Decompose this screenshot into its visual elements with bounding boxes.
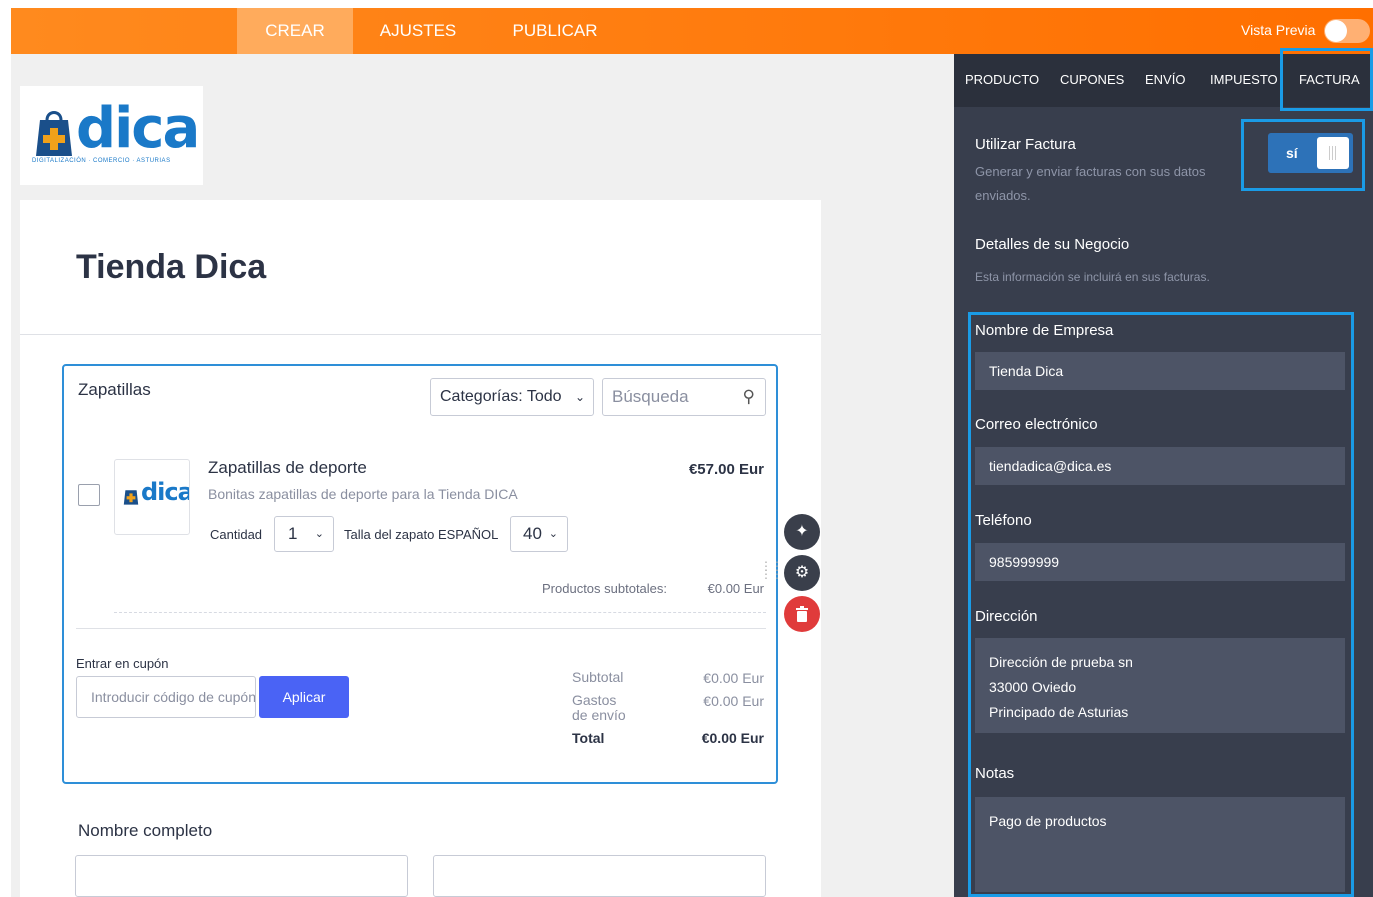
- fullname-label: Nombre completo: [78, 821, 213, 840]
- shipping-value: €0.00 Eur: [703, 693, 764, 709]
- last-name-input[interactable]: [433, 855, 766, 897]
- product-description: Bonitas zapatillas de deporte para la Ti…: [208, 486, 518, 502]
- coupon-input[interactable]: Introducir código de cupón: [76, 676, 256, 718]
- chevron-down-icon: ⌄: [314, 528, 324, 540]
- product-search-input[interactable]: Búsqueda ⚲: [602, 378, 766, 416]
- search-placeholder: Búsqueda: [612, 387, 689, 406]
- product-widget-label: Zapatillas: [78, 380, 151, 399]
- quantity-value: 1: [288, 524, 298, 543]
- size-label: Talla del zapato ESPAÑOL: [344, 527, 499, 542]
- tab-impuesto[interactable]: IMPUESTO: [1210, 54, 1278, 107]
- highlight-frame: [1280, 48, 1373, 111]
- shipping-label: Gastos de envío: [572, 692, 626, 723]
- tab-crear[interactable]: CREAR: [237, 8, 353, 54]
- use-invoice-title: Utilizar Factura: [975, 136, 1076, 153]
- shopping-bag-icon: [123, 490, 139, 505]
- product-price: €57.00 Eur: [688, 461, 764, 478]
- search-icon: ⚲: [742, 387, 755, 406]
- business-details-description: Esta información se incluirá en sus fact…: [975, 270, 1210, 284]
- logo-subtitle: DIGITALIZACIÓN · COMERCIO · ASTURIAS: [32, 158, 171, 164]
- subtotal-value: €0.00 Eur: [703, 670, 764, 686]
- size-value: 40: [523, 524, 542, 543]
- preview-label: Vista Previa: [1241, 22, 1316, 38]
- shopping-bag-icon: [36, 111, 72, 156]
- tab-envio[interactable]: ENVÍO: [1145, 54, 1185, 107]
- form-card: Tienda Dica Zapatillas Categorías: Todo …: [20, 200, 821, 897]
- product-checkbox[interactable]: [78, 484, 100, 506]
- quantity-label: Cantidad: [210, 527, 263, 542]
- quantity-select[interactable]: 1 ⌄: [274, 516, 334, 552]
- dashed-divider: [114, 612, 766, 613]
- apply-coupon-button[interactable]: Aplicar: [259, 676, 349, 718]
- form-divider: [20, 334, 821, 335]
- use-invoice-description: Generar y enviar facturas con sus datos …: [975, 164, 1206, 203]
- thumbnail-logo-text: dica: [141, 478, 190, 506]
- tab-cupones[interactable]: CUPONES: [1060, 54, 1124, 107]
- coupon-label: Entrar en cupón: [76, 656, 169, 671]
- chevron-down-icon: ⌄: [574, 390, 585, 404]
- business-details-title: Detalles de su Negocio: [975, 236, 1130, 253]
- form-title[interactable]: Tienda Dica: [76, 248, 266, 287]
- size-select[interactable]: 40 ⌄: [510, 516, 568, 552]
- product-subtotal-value: €0.00 Eur: [707, 581, 764, 596]
- top-navigation-bar: CREAR AJUSTES PUBLICAR Vista Previa: [11, 8, 1373, 54]
- category-filter-value: Categorías: Todo: [440, 388, 562, 405]
- preview-toggle[interactable]: [1324, 19, 1370, 43]
- logo-text: dica: [76, 96, 200, 161]
- highlight-frame: [1241, 119, 1365, 191]
- form-logo[interactable]: dica DIGITALIZACIÓN · COMERCIO · ASTURIA…: [20, 86, 203, 185]
- product-subtotal-label: Productos subtotales:: [542, 581, 668, 596]
- highlight-frame: [968, 312, 1354, 897]
- trash-icon[interactable]: [784, 596, 820, 632]
- chevron-down-icon: ⌄: [548, 528, 558, 540]
- product-thumbnail: dica: [114, 459, 190, 535]
- magic-wand-icon[interactable]: ✦: [784, 514, 820, 550]
- divider: [76, 628, 766, 629]
- total-label: Total: [572, 730, 605, 746]
- product-list-widget[interactable]: Zapatillas Categorías: Todo ⌄ Búsqueda ⚲…: [62, 364, 778, 784]
- tab-producto[interactable]: PRODUCTO: [965, 54, 1039, 107]
- drag-handle-icon[interactable]: ⋮⋮ ⋮⋮: [760, 560, 783, 580]
- gear-icon[interactable]: ⚙: [784, 555, 820, 591]
- tab-ajustes[interactable]: AJUSTES: [373, 8, 463, 54]
- product-name: Zapatillas de deporte: [208, 458, 367, 477]
- preview-toggle-knob: [1325, 20, 1347, 42]
- category-filter-select[interactable]: Categorías: Todo ⌄: [430, 378, 594, 416]
- total-value: €0.00 Eur: [701, 730, 764, 746]
- first-name-input[interactable]: [75, 855, 408, 897]
- subtotal-label: Subtotal: [572, 669, 624, 685]
- tab-publicar[interactable]: PUBLICAR: [503, 8, 607, 54]
